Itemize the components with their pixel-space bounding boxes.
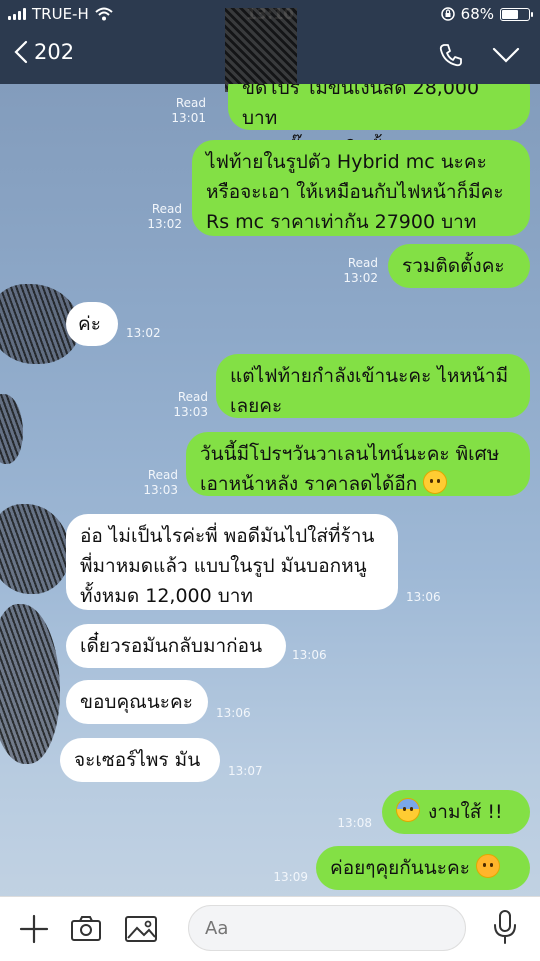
back-button[interactable]: 202 bbox=[14, 40, 74, 64]
redacted-avatar bbox=[0, 394, 23, 464]
message-time: 13:06 bbox=[216, 706, 251, 720]
redacted-avatar bbox=[0, 504, 70, 594]
orientation-lock-icon bbox=[440, 7, 455, 21]
message-time: 13:06 bbox=[292, 648, 327, 662]
message-time: 13:03 bbox=[143, 483, 178, 497]
message-text: งามใส้ !! bbox=[428, 801, 503, 823]
message-meta: Read 13:01 bbox=[164, 96, 206, 126]
message-bubble-outgoing[interactable]: แต่ไฟท้ายกำลังเข้านะคะ ไหหน้ามี เลยคะ bbox=[216, 354, 530, 418]
chat-area[interactable]: ขีดโปร ไม่ขีนเงินสด 28,000 บาท รวมปลั๊กร… bbox=[0, 84, 540, 896]
message-input[interactable] bbox=[188, 905, 466, 951]
message-meta: Read 13:02 bbox=[336, 256, 378, 286]
redacted-avatar bbox=[0, 604, 60, 764]
message-bubble-incoming[interactable]: จะเซอร์ไพร มัน bbox=[60, 738, 220, 782]
status-right: 68% bbox=[440, 5, 533, 23]
camera-icon[interactable] bbox=[70, 913, 102, 949]
message-meta: Read 13:03 bbox=[136, 468, 178, 498]
message-time: 13:06 bbox=[406, 590, 441, 604]
battery-icon bbox=[500, 7, 533, 21]
read-receipt: Read bbox=[175, 96, 206, 110]
angry-emoji bbox=[475, 854, 500, 878]
battery-fill bbox=[502, 9, 519, 19]
message-time: 13:08 bbox=[337, 816, 372, 830]
fearful-emoji bbox=[396, 798, 420, 822]
message-meta: Read 13:03 bbox=[166, 390, 208, 420]
plus-icon[interactable] bbox=[18, 913, 50, 949]
message-time: 13:02 bbox=[147, 217, 182, 231]
message-bubble-incoming[interactable]: อ่อ ไม่เป็นไรค่ะพี่ พอดีมันไปใส่ที่ร้าน … bbox=[66, 514, 398, 610]
back-label: 202 bbox=[34, 40, 75, 64]
phone-icon[interactable] bbox=[438, 42, 464, 72]
message-time: 13:02 bbox=[126, 326, 161, 340]
image-icon[interactable] bbox=[124, 913, 158, 949]
read-receipt: Read bbox=[151, 202, 182, 216]
message-time: 13:03 bbox=[173, 405, 208, 419]
redacted-chat-name bbox=[225, 8, 297, 92]
message-bubble-incoming[interactable]: ค่ะ bbox=[66, 302, 118, 346]
message-time: 13:09 bbox=[273, 870, 308, 884]
read-receipt: Read bbox=[147, 468, 178, 482]
message-bubble-outgoing[interactable]: ไฟท้ายในรูปตัว Hybrid mc นะคะ หรือจะเอา … bbox=[192, 140, 530, 236]
chevron-left-icon bbox=[14, 40, 28, 64]
message-bubble-outgoing[interactable]: วันนี้มีโปรฯวันวาเลนไทน์นะคะ พิเศษ เอาหน… bbox=[186, 432, 530, 496]
microphone-icon[interactable] bbox=[492, 909, 518, 949]
message-time: 13:02 bbox=[343, 271, 378, 285]
chat-header: 202 bbox=[0, 8, 540, 92]
message-bubble-outgoing[interactable]: งามใส้ !! bbox=[382, 790, 530, 834]
message-bubble-outgoing[interactable]: รวมติดตั้งคะ bbox=[388, 244, 530, 288]
message-time: 13:07 bbox=[228, 764, 263, 778]
read-receipt: Read bbox=[347, 256, 378, 270]
battery-percent: 68% bbox=[460, 5, 494, 23]
grin-emoji bbox=[423, 470, 448, 494]
message-bubble-outgoing[interactable]: ค่อยๆคุยกันนะคะ bbox=[316, 846, 530, 890]
message-bubble-outgoing[interactable]: ขีดโปร ไม่ขีนเงินสด 28,000 บาท รวมปลั๊กร… bbox=[228, 84, 530, 159]
chevron-down-icon[interactable] bbox=[492, 46, 520, 68]
message-text: วันนี้มีโปรฯวันวาเลนไทน์นะคะ พิเศษ เอาหน… bbox=[200, 443, 500, 495]
message-time: 13:01 bbox=[171, 111, 206, 125]
message-bubble-incoming[interactable]: ขอบคุณนะคะ bbox=[66, 680, 208, 724]
message-meta: Read 13:02 bbox=[140, 202, 182, 232]
read-receipt: Read bbox=[177, 390, 208, 404]
message-text: ค่อยๆคุยกันนะคะ bbox=[330, 857, 470, 879]
message-bubble-incoming[interactable]: เดี๋ยวรอมันกลับมาก่อน bbox=[66, 624, 286, 668]
